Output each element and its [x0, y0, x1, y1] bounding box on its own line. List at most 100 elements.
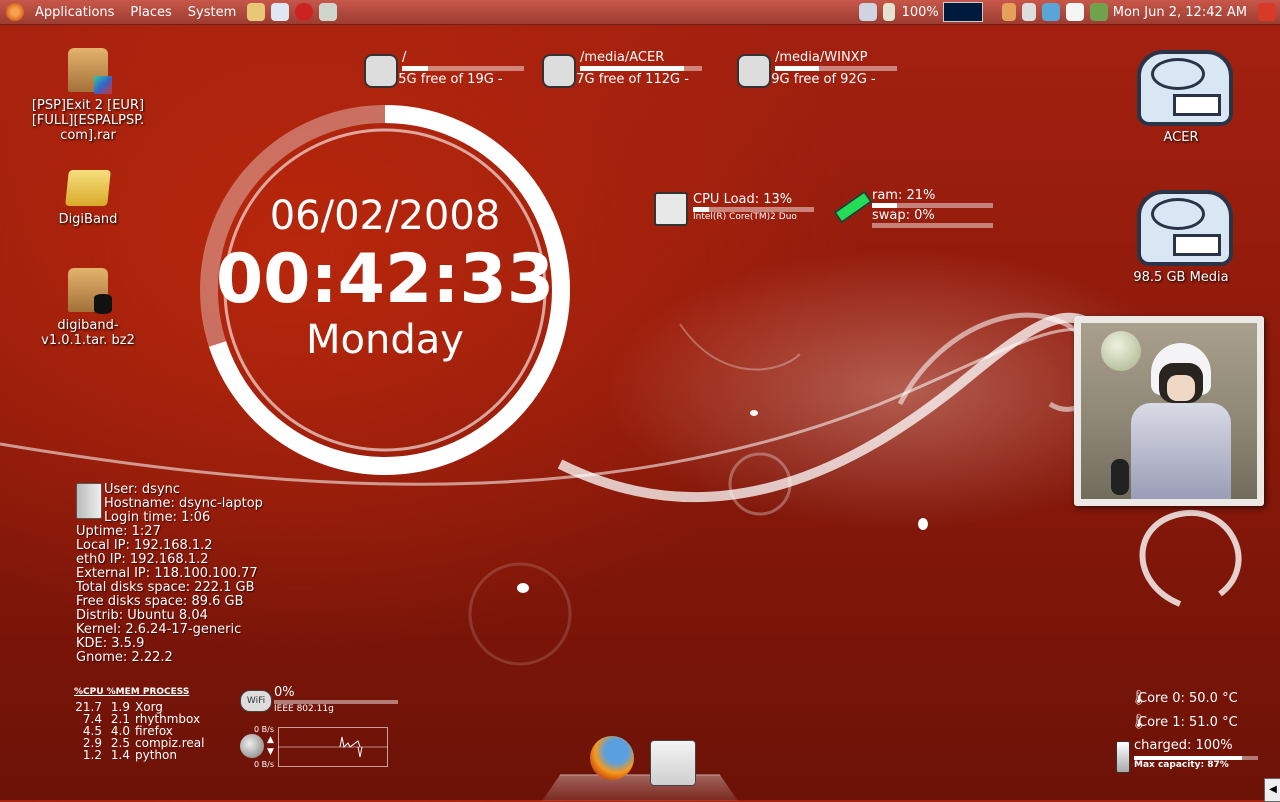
arrow-up-icon: ▲ [267, 735, 274, 745]
harddisk-icon [364, 54, 398, 88]
power-plug-icon[interactable] [882, 3, 895, 21]
archive-icon [68, 48, 112, 94]
applications-menu[interactable]: Applications [27, 5, 122, 20]
clock-time: 00:42:33 [215, 240, 555, 319]
desktop-icon-psp-rar[interactable]: [PSP]Exit 2 [EUR] [FULL][ESPALPSP. com].… [28, 48, 148, 143]
desktop-icon-digiband-archive[interactable]: digiband-v1.0.1.tar. bz2 [28, 268, 148, 348]
info-kde: KDE: 3.5.9 [76, 636, 145, 651]
info-uptime: Uptime: 1:27 [76, 524, 161, 539]
panel-menus: Applications Places System [0, 0, 340, 24]
wifi-standard: IEEE 802.11g [274, 704, 334, 714]
battery-percent: 100% [901, 4, 939, 20]
tray-icon-3[interactable] [1041, 3, 1060, 21]
help-icon[interactable] [295, 3, 314, 21]
tray-icon-4[interactable] [1065, 3, 1084, 21]
process-list: %CPU %MEM PROCESS 21.7 1.9 Xorg 7.4 2.1 rhyth… [74, 686, 204, 761]
globe-icon [240, 734, 264, 758]
desktop-icon-label: DigiBand [58, 212, 118, 227]
swap-bar [872, 223, 993, 228]
clock-day: Monday [306, 317, 464, 363]
disk-usage-fill [580, 66, 684, 71]
disk-path: /media/WINXP [775, 50, 868, 65]
scroll-arrow-button[interactable]: ◀ [1264, 778, 1280, 802]
disk-usage-bar [580, 66, 702, 71]
ram-label: ram: 21% [872, 188, 936, 203]
cpu-model: Intel(R) Core(TM)2 Duo [693, 212, 797, 222]
tray-icon-1[interactable] [1001, 3, 1016, 21]
harddisk-icon [737, 54, 771, 88]
disk-winxp: /media/WINXP 59G free of 92G - [737, 50, 897, 88]
firefox-icon[interactable] [590, 736, 634, 780]
harddisk-icon [1133, 186, 1233, 266]
battery-status: charged: 100% [1134, 738, 1233, 753]
clock-date: 06/02/2008 [269, 193, 501, 239]
disk-usage-text: 17G free of 112G - [568, 72, 689, 87]
disk-acer: /media/ACER 17G free of 112G - [542, 50, 702, 88]
desktop-icon-label: [PSP]Exit 2 [EUR] [FULL][ESPALPSP. com].… [31, 98, 145, 143]
info-distrib: Distrib: Ubuntu 8.04 [76, 608, 208, 623]
process-mem: 1.4 [110, 748, 130, 762]
pidgin-icon[interactable] [247, 3, 266, 21]
desktop-icon-media-drive[interactable]: 98.5 GB Media [1121, 186, 1241, 285]
dock-shelf [541, 774, 739, 802]
info-gnome: Gnome: 2.22.2 [76, 650, 173, 665]
harddisk-icon [542, 54, 576, 88]
info-free-disk: Free disks space: 89.6 GB [76, 594, 244, 609]
wifi-widget: 0% IEEE 802.11g [274, 685, 398, 714]
process-name: python [135, 748, 177, 762]
net-up-rate: 0 B/s [254, 725, 274, 734]
folder-icon [65, 170, 111, 206]
swap-label: swap: 0% [872, 208, 935, 223]
mail-icon[interactable] [271, 3, 290, 21]
panel-clock[interactable]: Mon Jun 2, 12:42 AM [1113, 5, 1247, 20]
disk-usage-fill [775, 66, 819, 71]
system-menu[interactable]: System [180, 5, 244, 20]
desktop-icon-label: digiband-v1.0.1.tar. bz2 [41, 318, 135, 348]
info-eth0-ip: eth0 IP: 192.168.1.2 [76, 552, 209, 567]
info-kernel: Kernel: 2.6.24-17-generic [76, 622, 242, 637]
process-row: 1.2 1.4 python [74, 749, 204, 761]
photo-image [1081, 323, 1257, 499]
disk-usage-bar [402, 66, 524, 71]
disk-path: /media/ACER [580, 50, 665, 65]
net-down-rate: 0 B/s [254, 760, 274, 769]
memory-widget: ram: 21% swap: 0% [833, 188, 993, 228]
harddisk-icon [1133, 46, 1233, 126]
core1-temp: Core 1: 51.0 °C [1138, 715, 1238, 730]
system-info-list: Uptime: 1:27 Local IP: 192.168.1.2 eth0 … [76, 525, 258, 665]
system-monitor-graph[interactable] [942, 2, 983, 22]
info-external-ip: External IP: 118.100.100.77 [76, 566, 258, 581]
battery-capacity: Max capacity: 87% [1134, 760, 1229, 770]
ram-icon [833, 190, 873, 224]
info-hostname: Hostname: dsync-laptop [104, 496, 263, 511]
disk-usage-text: 15G free of 19G - [390, 72, 503, 87]
places-menu[interactable]: Places [122, 5, 179, 20]
arrow-down-icon: ▼ [267, 747, 274, 757]
notes-icon[interactable] [319, 3, 338, 21]
process-cpu: 1.2 [82, 748, 102, 762]
ubuntu-logo-icon[interactable] [6, 3, 24, 21]
cpu-load-label: CPU Load: 13% [693, 192, 793, 207]
net-traffic-graph [278, 727, 388, 767]
network-icon[interactable] [1089, 3, 1108, 21]
computer-icon [76, 483, 102, 519]
disk-path: / [402, 50, 407, 65]
disk-root: / 15G free of 19G - [364, 50, 524, 88]
robot-app-icon[interactable] [650, 740, 696, 786]
photo-frame[interactable] [1074, 316, 1264, 506]
battery-icon [1116, 741, 1130, 773]
desktop-icon-acer-drive[interactable]: ACER [1121, 46, 1241, 145]
logout-icon[interactable] [1258, 3, 1276, 21]
desktop-icon-digiband-folder[interactable]: DigiBand [28, 170, 148, 227]
cpu-chip-icon [654, 192, 688, 226]
applet-icon[interactable] [858, 3, 877, 21]
desktop-icon-label: ACER [1163, 130, 1199, 145]
panel-tray: 100% Mon Jun 2, 12:42 AM [856, 0, 1280, 24]
info-local-ip: Local IP: 192.168.1.2 [76, 538, 213, 553]
desktop-icon-label: 98.5 GB Media [1133, 270, 1229, 285]
info-login-time: Login time: 1:06 [104, 510, 211, 525]
tray-icon-2[interactable] [1021, 3, 1036, 21]
process-rows: 21.7 1.9 Xorg 7.4 2.1 rhythmbox 4.5 4.0 firefox 2… [74, 701, 204, 761]
disk-usage-fill [402, 66, 428, 71]
disk-usage-bar [775, 66, 897, 71]
